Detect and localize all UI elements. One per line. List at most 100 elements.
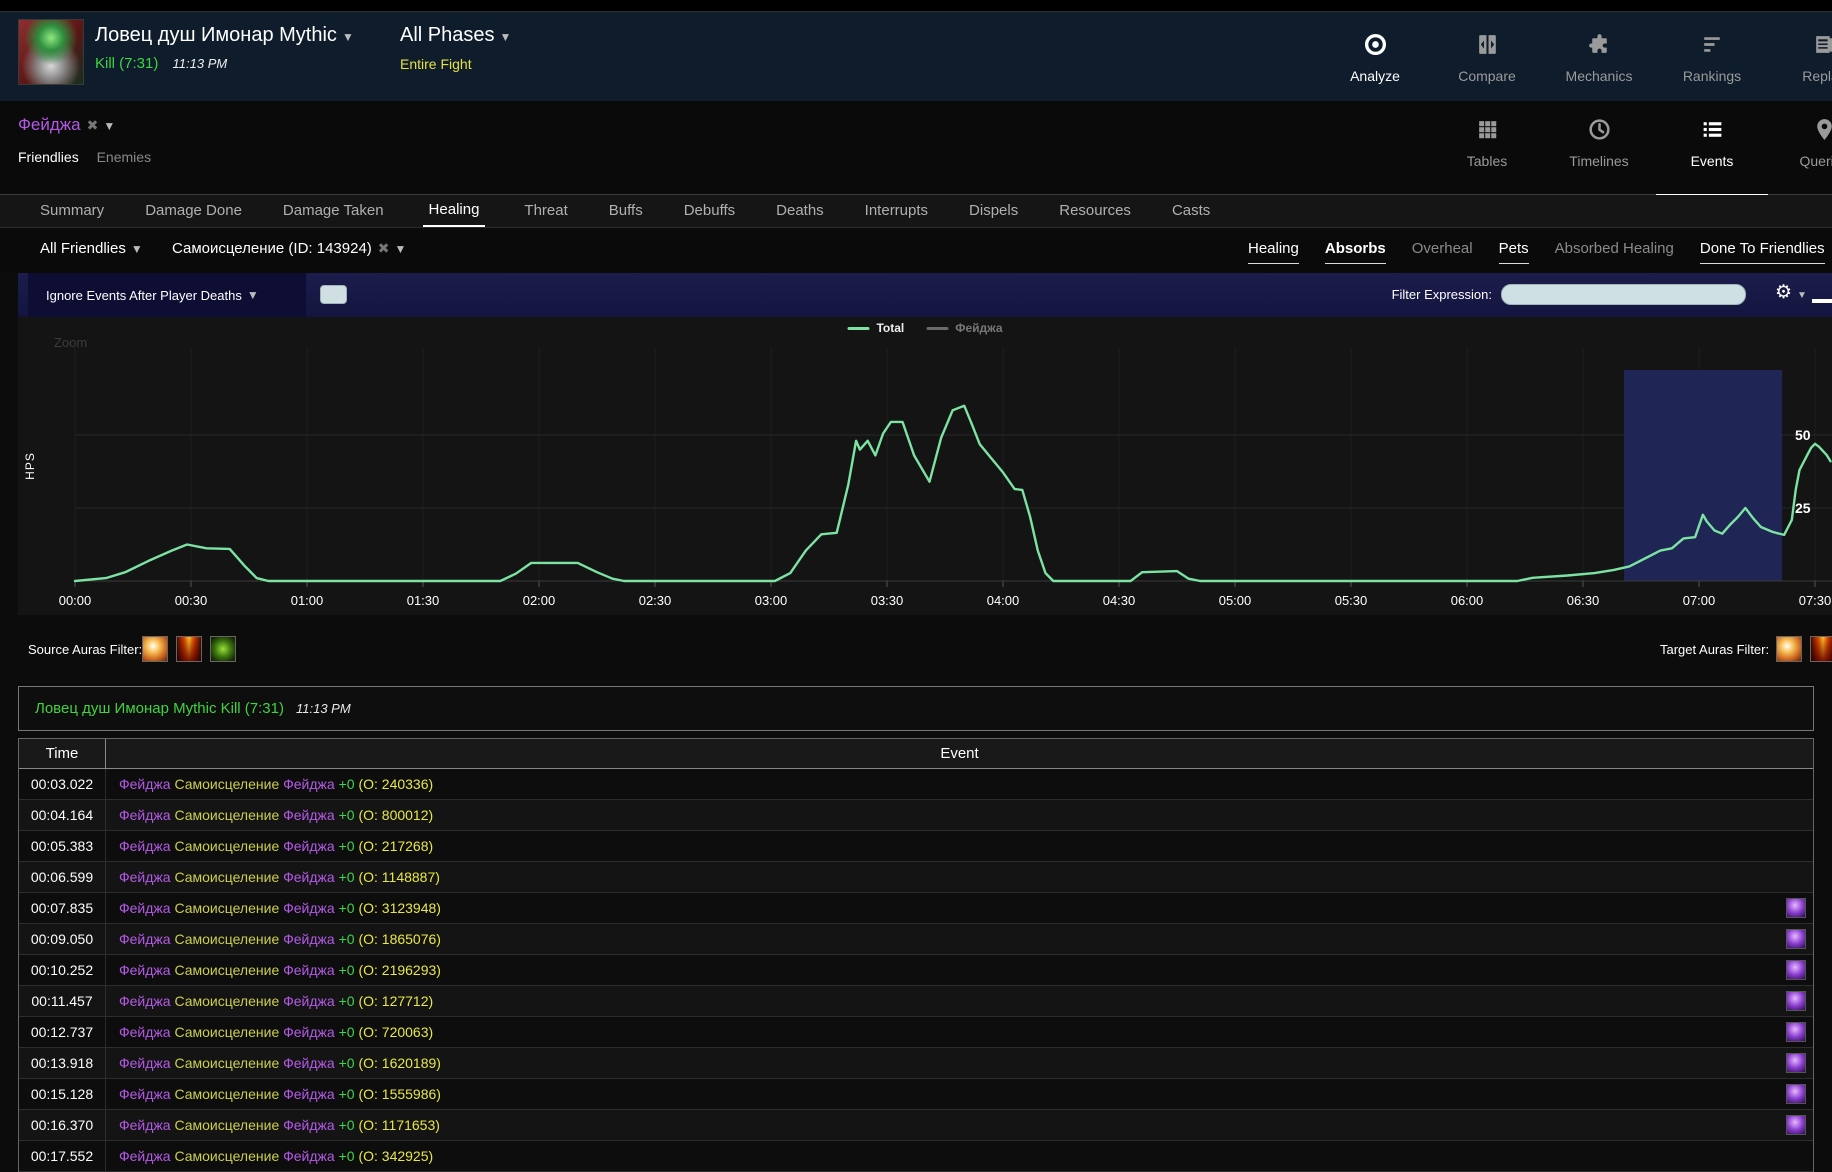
event-actor-link[interactable]: Фейджа — [119, 1148, 171, 1164]
toggle-pets[interactable]: Pets — [1499, 240, 1529, 264]
event-target-link[interactable]: Фейджа — [283, 1086, 335, 1102]
nav-item-mechanics[interactable]: Mechanics — [1543, 26, 1655, 101]
event-spell-link[interactable]: Самоисцеление — [174, 869, 279, 885]
ignore-deaths-dropdown[interactable]: Ignore Events After Player Deaths▼ — [28, 273, 306, 317]
phase-select[interactable]: All Phases — [400, 24, 495, 46]
fire-swirl-aura-icon[interactable] — [1776, 636, 1802, 662]
tab-damage-taken[interactable]: Damage Taken — [281, 196, 386, 226]
sub-header-bar: Фейджа ✖ ▼ Friendlies Enemies TablesTimeli… — [0, 101, 1832, 195]
event-spell-link[interactable]: Самоисцеление — [174, 838, 279, 854]
event-actor-link[interactable]: Фейджа — [119, 1024, 171, 1040]
event-spell-link[interactable]: Самоисцеление — [174, 993, 279, 1009]
event-target-link[interactable]: Фейджа — [283, 1117, 335, 1133]
phase-select-block[interactable]: All Phases▼ Entire Fight — [400, 24, 511, 72]
selected-actor-label[interactable]: Фейджа — [18, 115, 81, 134]
nav-item-compare[interactable]: Compare — [1431, 26, 1543, 101]
event-target-link[interactable]: Фейджа — [283, 1148, 335, 1164]
event-target-link[interactable]: Фейджа — [283, 993, 335, 1009]
close-icon[interactable]: ✖ — [378, 240, 390, 256]
nav-item-events[interactable]: Events — [1656, 111, 1768, 186]
tab-casts[interactable]: Casts — [1170, 196, 1212, 226]
legend-item-actor[interactable]: Фейджа — [926, 321, 1002, 335]
event-actor-link[interactable]: Фейджа — [119, 900, 171, 916]
tab-healing[interactable]: Healing — [423, 195, 486, 227]
event-actor-link[interactable]: Фейджа — [119, 807, 171, 823]
toggle-healing[interactable]: Healing — [1248, 240, 1299, 264]
enemies-tab[interactable]: Enemies — [97, 149, 151, 165]
friendlies-tab[interactable]: Friendlies — [18, 149, 79, 165]
event-actor-link[interactable]: Фейджа — [119, 931, 171, 947]
event-actor-link[interactable]: Фейджа — [119, 776, 171, 792]
nav-item-label: Rankings — [1656, 68, 1768, 84]
gear-icon[interactable]: ⚙▼ — [1775, 281, 1807, 304]
event-spell-link[interactable]: Самоисцеление — [174, 1148, 279, 1164]
tab-deaths[interactable]: Deaths — [774, 196, 826, 226]
nav-item-analyze[interactable]: Analyze — [1319, 26, 1431, 101]
fel-rune-aura-icon[interactable] — [210, 636, 236, 662]
ignore-deaths-checkbox[interactable] — [320, 285, 347, 304]
event-target-link[interactable]: Фейджа — [283, 931, 335, 947]
event-spell-link[interactable]: Самоисцеление — [174, 776, 279, 792]
chart-zoom-selection[interactable] — [1624, 370, 1782, 581]
event-target-link[interactable]: Фейджа — [283, 869, 335, 885]
chevron-down-icon[interactable]: ▼ — [103, 119, 115, 133]
nav-item-queries[interactable]: Queries — [1768, 111, 1832, 186]
close-icon[interactable]: ✖ — [87, 117, 99, 133]
event-spell-link[interactable]: Самоисцеление — [174, 900, 279, 916]
boss-portrait-icon[interactable] — [18, 19, 84, 85]
toggle-absorbs[interactable]: Absorbs — [1325, 240, 1386, 264]
nav-item-timelines[interactable]: Timelines — [1543, 111, 1655, 186]
event-actor-link[interactable]: Фейджа — [119, 1086, 171, 1102]
event-actor-link[interactable]: Фейджа — [119, 993, 171, 1009]
tab-threat[interactable]: Threat — [522, 196, 569, 226]
boss-title[interactable]: Ловец душ Имонар Mythic — [95, 24, 337, 46]
minimize-icon[interactable] — [1812, 299, 1832, 303]
nav-item-rankings[interactable]: Rankings — [1656, 26, 1768, 101]
flame-aura-icon[interactable] — [176, 636, 202, 662]
spell-select[interactable]: Самоисцеление (ID: 143924)✖▼ — [172, 240, 406, 257]
actor-portrait-icon — [1786, 929, 1806, 949]
flame-aura-icon[interactable] — [1810, 636, 1832, 662]
toggle-absorbed-healing[interactable]: Absorbed Healing — [1555, 240, 1674, 264]
event-actor-link[interactable]: Фейджа — [119, 1117, 171, 1133]
tab-resources[interactable]: Resources — [1057, 196, 1133, 226]
tab-dispels[interactable]: Dispels — [967, 196, 1020, 226]
event-actor-link[interactable]: Фейджа — [119, 962, 171, 978]
chart-body[interactable]: Zoom HPS 00:0000:3001:0001:3002:0002:300… — [18, 317, 1832, 615]
tab-debuffs[interactable]: Debuffs — [682, 196, 737, 226]
nav-item-tables[interactable]: Tables — [1431, 111, 1543, 186]
filter-expression-input[interactable] — [1501, 284, 1746, 305]
tab-interrupts[interactable]: Interrupts — [863, 196, 930, 226]
event-actor-link[interactable]: Фейджа — [119, 838, 171, 854]
event-actor-link[interactable]: Фейджа — [119, 1055, 171, 1071]
event-spell-link[interactable]: Самоисцеление — [174, 1055, 279, 1071]
event-actor-link[interactable]: Фейджа — [119, 869, 171, 885]
event-spell-link[interactable]: Самоисцеление — [174, 931, 279, 947]
legend-item-total[interactable]: Total — [847, 321, 904, 335]
event-spell-link[interactable]: Самоисцеление — [174, 962, 279, 978]
tab-summary[interactable]: Summary — [38, 196, 106, 226]
tab-buffs[interactable]: Buffs — [607, 196, 645, 226]
hps-line-chart[interactable]: 00:0000:3001:0001:3002:0002:3003:0003:30… — [18, 317, 1832, 615]
tab-damage-done[interactable]: Damage Done — [143, 196, 244, 226]
event-target-link[interactable]: Фейджа — [283, 807, 335, 823]
event-target-link[interactable]: Фейджа — [283, 838, 335, 854]
fire-swirl-aura-icon[interactable] — [142, 636, 168, 662]
event-target-link[interactable]: Фейджа — [283, 962, 335, 978]
fight-title-block[interactable]: Ловец душ Имонар Mythic▼ Kill (7:31) 11:… — [95, 24, 354, 72]
nav-item-replay[interactable]: Replay — [1768, 26, 1832, 101]
toggle-done-to-friendlies[interactable]: Done To Friendlies — [1700, 240, 1825, 264]
event-spell-link[interactable]: Самоисцеление — [174, 1024, 279, 1040]
toggle-overheal[interactable]: Overheal — [1412, 240, 1473, 264]
event-target-link[interactable]: Фейджа — [283, 1055, 335, 1071]
event-spell-link[interactable]: Самоисцеление — [174, 1117, 279, 1133]
events-fight-title[interactable]: Ловец душ Имонар Mythic Kill (7:31) — [35, 700, 284, 717]
event-spell-link[interactable]: Самоисцеление — [174, 1086, 279, 1102]
source-select[interactable]: All Friendlies▼ — [40, 240, 143, 257]
event-target-link[interactable]: Фейджа — [283, 776, 335, 792]
event-overheal: (O: 240336) — [358, 776, 433, 792]
event-target-link[interactable]: Фейджа — [283, 1024, 335, 1040]
event-target-link[interactable]: Фейджа — [283, 900, 335, 916]
event-spell-link[interactable]: Самоисцеление — [174, 807, 279, 823]
event-amount: +0 — [339, 1055, 355, 1071]
